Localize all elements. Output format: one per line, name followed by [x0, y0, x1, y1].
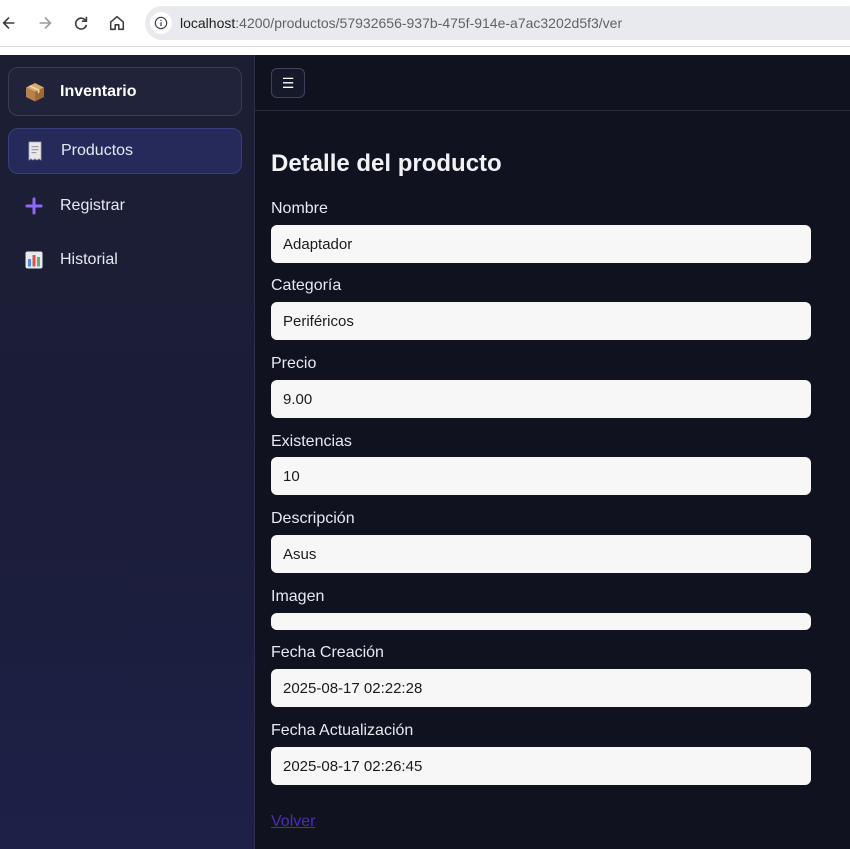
package-icon	[24, 81, 46, 103]
sidebar-item-label: Productos	[61, 142, 134, 159]
back-arrow-icon[interactable]	[0, 8, 24, 38]
field-fecha-creacion[interactable]: 2025-08-17 02:22:28	[271, 669, 811, 707]
field-existencias[interactable]: 10	[271, 457, 811, 495]
brand-label: Inventario	[60, 82, 137, 100]
menu-toggle-button[interactable]: ☰	[271, 68, 305, 98]
topbar: ☰	[255, 55, 850, 111]
browser-toolbar: localhost:4200/productos/57932656-937b-4…	[0, 0, 850, 47]
field-label-nombre: Nombre	[271, 200, 328, 217]
field-label-existencias: Existencias	[271, 433, 352, 450]
home-icon[interactable]	[102, 8, 132, 38]
sidebar-brand[interactable]: Inventario	[8, 67, 242, 116]
sidebar-item-productos[interactable]: Productos	[8, 128, 242, 174]
field-imagen[interactable]	[271, 613, 811, 630]
sidebar-item-label: Historial	[60, 251, 118, 268]
url-text[interactable]: localhost:4200/productos/57932656-937b-4…	[180, 15, 622, 31]
receipt-icon	[25, 141, 45, 161]
field-nombre[interactable]: Adaptador	[271, 225, 811, 263]
address-bar[interactable]: localhost:4200/productos/57932656-937b-4…	[145, 6, 850, 40]
field-fecha-actualizacion[interactable]: 2025-08-17 02:26:45	[271, 747, 811, 785]
field-label-categoria: Categoría	[271, 277, 342, 294]
sidebar-item-registrar[interactable]: Registrar	[8, 184, 240, 228]
field-label-precio: Precio	[271, 355, 317, 372]
sidebar-item-label: Registrar	[60, 197, 125, 214]
field-precio[interactable]: 9.00	[271, 380, 811, 418]
site-info-icon[interactable]	[150, 12, 172, 34]
page-title: Detalle del producto	[271, 150, 502, 177]
plus-icon	[24, 196, 44, 216]
sidebar-item-historial[interactable]: Historial	[8, 238, 240, 282]
field-label-descripcion: Descripción	[271, 510, 355, 527]
bar-chart-icon	[24, 250, 44, 270]
sidebar: Inventario Productos Registrar Historial	[0, 55, 255, 849]
reload-icon[interactable]	[66, 8, 96, 38]
forward-arrow-icon[interactable]	[30, 8, 60, 38]
field-descripcion[interactable]: Asus	[271, 535, 811, 573]
url-host: localhost	[180, 15, 236, 31]
page-top-gap	[0, 47, 850, 55]
back-link[interactable]: Volver	[271, 813, 315, 831]
field-categoria[interactable]: Periféricos	[271, 302, 811, 340]
field-label-fecha-creacion: Fecha Creación	[271, 644, 384, 661]
app-root: Inventario Productos Registrar Historial…	[0, 55, 850, 849]
main-panel: ☰ Detalle del producto Nombre Adaptador …	[255, 55, 850, 849]
url-path: :4200/productos/57932656-937b-475f-914e-…	[235, 15, 623, 31]
field-label-imagen: Imagen	[271, 588, 325, 605]
field-label-fecha-actualizacion: Fecha Actualización	[271, 722, 414, 739]
